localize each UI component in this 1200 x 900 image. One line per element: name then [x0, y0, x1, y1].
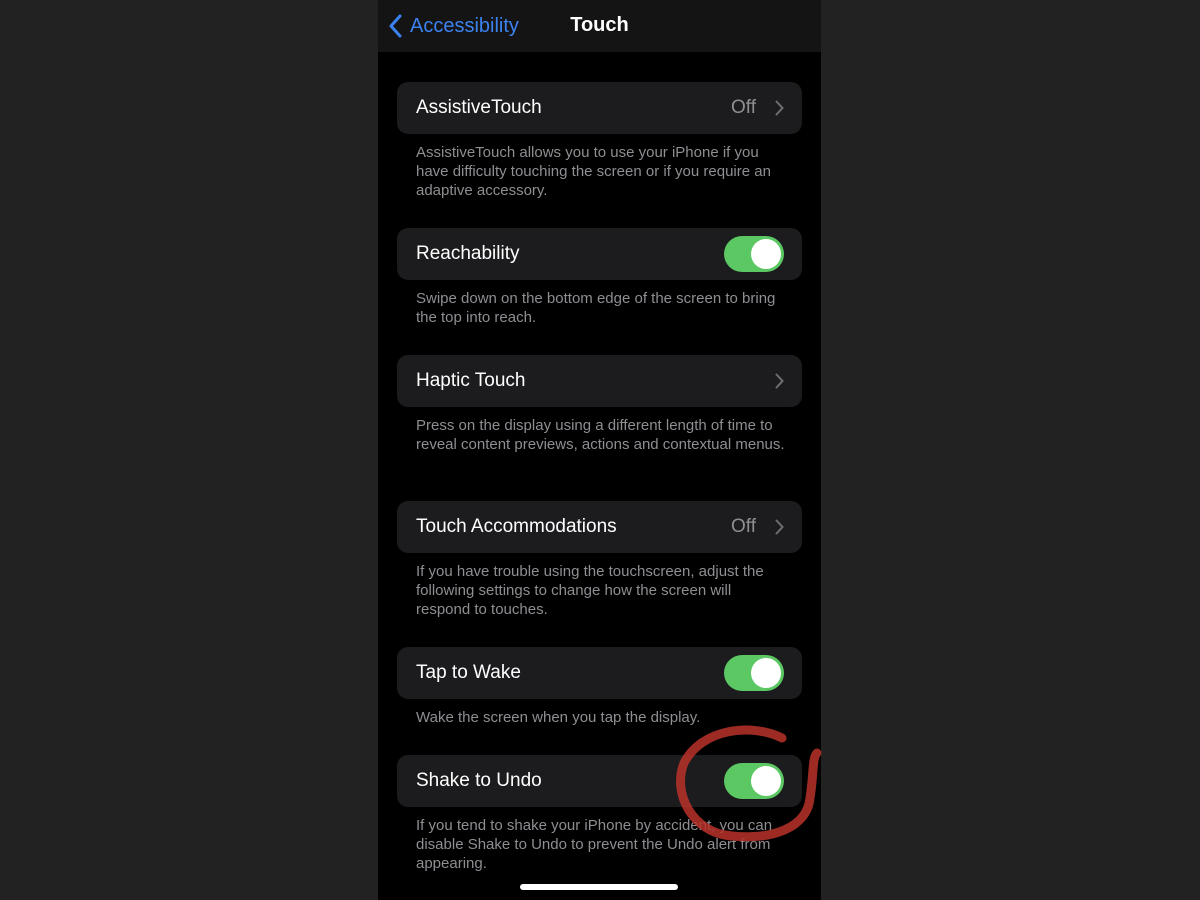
- row-label: Shake to Undo: [416, 770, 542, 791]
- shake-to-undo-toggle[interactable]: [724, 763, 784, 799]
- shake-to-undo-row: Shake to Undo: [397, 755, 802, 807]
- row-label: Reachability: [416, 243, 520, 264]
- reachability-toggle[interactable]: [724, 236, 784, 272]
- reachability-footer: Swipe down on the bottom edge of the scr…: [416, 290, 776, 326]
- haptic-touch-footer: Press on the display using a different l…: [416, 417, 785, 453]
- assistivetouch-footer: AssistiveTouch allows you to use your iP…: [416, 144, 771, 199]
- tap-to-wake-toggle[interactable]: [724, 655, 784, 691]
- toggle-knob: [751, 658, 781, 688]
- row-label: Touch Accommodations: [416, 516, 617, 537]
- row-label: Tap to Wake: [416, 662, 521, 683]
- toggle-knob: [751, 239, 781, 269]
- tap-to-wake-footer: Wake the screen when you tap the display…: [416, 709, 701, 726]
- row-value: Off: [731, 516, 756, 537]
- touch-accommodations-row[interactable]: Touch Accommodations Off: [397, 501, 802, 553]
- home-indicator: [520, 884, 678, 890]
- reachability-row: Reachability: [397, 228, 802, 280]
- haptic-touch-row[interactable]: Haptic Touch: [397, 355, 802, 407]
- row-label: Haptic Touch: [416, 370, 526, 391]
- touch-accommodations-footer: If you have trouble using the touchscree…: [416, 563, 764, 618]
- chevron-right-icon: [775, 100, 784, 116]
- row-label: AssistiveTouch: [416, 97, 542, 118]
- phone-screen: Accessibility Touch AssistiveTouch Off A…: [378, 0, 821, 900]
- shake-to-undo-footer: If you tend to shake your iPhone by acci…: [416, 817, 773, 872]
- tap-to-wake-row: Tap to Wake: [397, 647, 802, 699]
- row-value: Off: [731, 97, 756, 118]
- chevron-right-icon: [775, 519, 784, 535]
- page-title: Touch: [570, 14, 629, 36]
- navigation-bar: Accessibility Touch: [378, 0, 821, 52]
- toggle-knob: [751, 766, 781, 796]
- chevron-right-icon: [775, 373, 784, 389]
- assistivetouch-row[interactable]: AssistiveTouch Off: [397, 82, 802, 134]
